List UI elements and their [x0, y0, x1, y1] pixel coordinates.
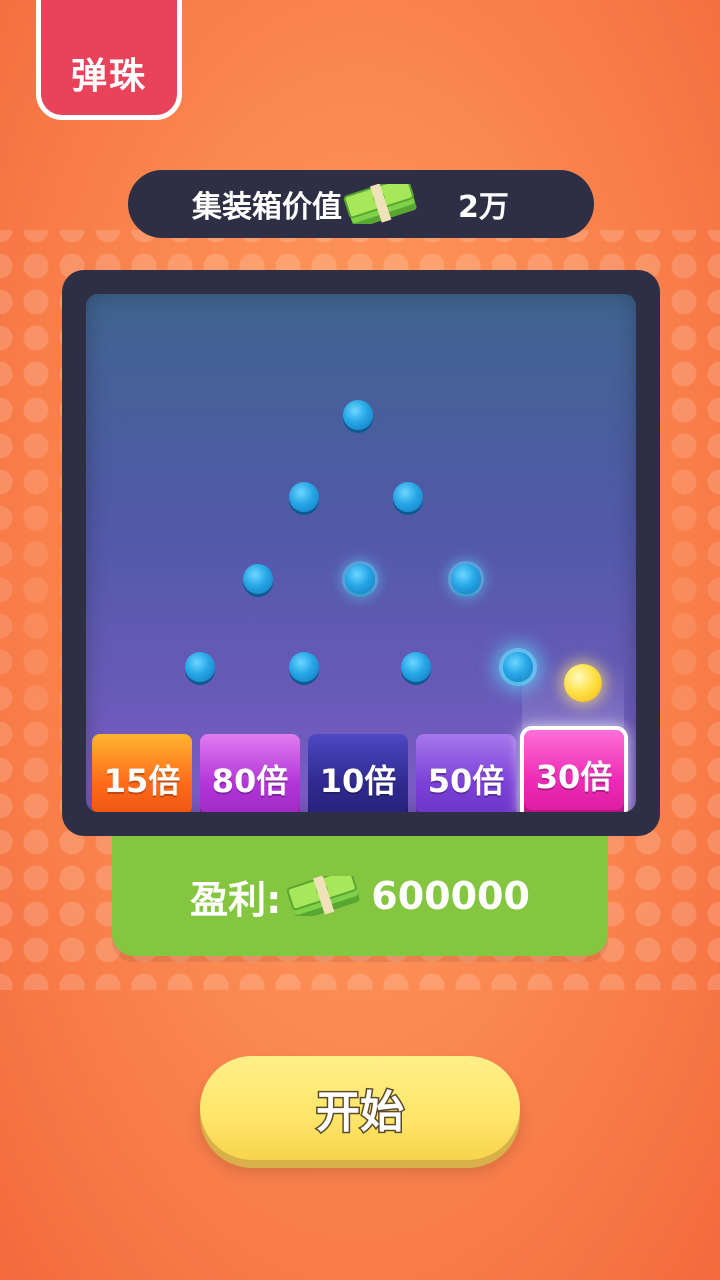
peg [243, 564, 273, 594]
container-value-label: 集装箱价值 [192, 190, 342, 225]
peg [393, 482, 423, 512]
start-button[interactable]: 开始 [200, 1056, 520, 1160]
multiplier-slot: 50倍 [416, 734, 516, 812]
ball [564, 664, 602, 702]
cash-stack-icon [342, 184, 420, 224]
profit-amount: 600000 [371, 874, 530, 918]
cash-stack-icon [285, 876, 363, 916]
container-value-amount: 2万 [458, 190, 509, 225]
profit-label: 盈利: [190, 877, 282, 922]
container-value-bar: 集装箱价值 2万 [128, 170, 594, 238]
peg [401, 652, 431, 682]
plinko-field: 15倍 80倍 10倍 50倍 30倍 [86, 294, 636, 812]
start-button-label: 开始 [315, 1086, 406, 1140]
multiplier-slot: 10倍 [308, 734, 408, 812]
peg [185, 652, 215, 682]
game-mode-tag: 弹珠 [36, 0, 182, 120]
peg [343, 400, 373, 430]
peg [345, 564, 375, 594]
multiplier-slot: 15倍 [92, 734, 192, 812]
peg [289, 482, 319, 512]
peg [451, 564, 481, 594]
game-mode-label: 弹珠 [70, 56, 147, 97]
peg [289, 652, 319, 682]
multiplier-slot-selected: 30倍 [524, 730, 624, 812]
plinko-board: 15倍 80倍 10倍 50倍 30倍 [62, 270, 660, 836]
multiplier-slot: 80倍 [200, 734, 300, 812]
profit-panel: 盈利: 600000 [112, 836, 608, 956]
